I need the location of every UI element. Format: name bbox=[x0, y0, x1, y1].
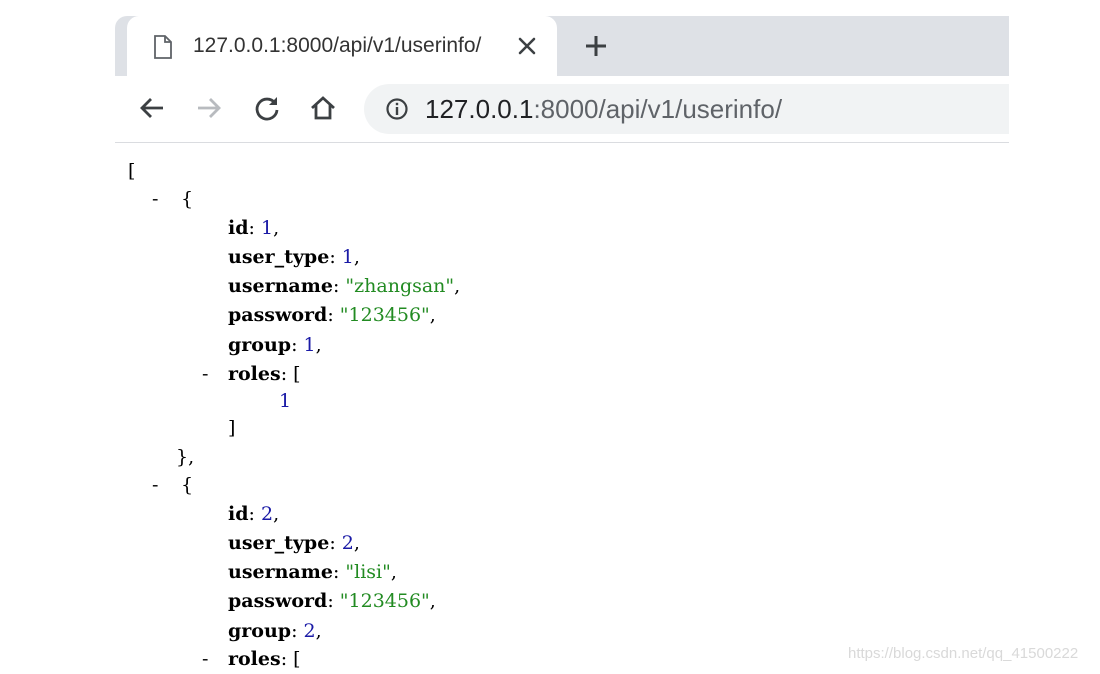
json-array-item: 1 bbox=[279, 386, 291, 416]
json-value: 2 bbox=[341, 532, 354, 554]
info-icon[interactable] bbox=[385, 97, 409, 121]
json-object-open: { bbox=[181, 188, 194, 210]
json-field: username: "lisi", bbox=[228, 561, 397, 583]
json-value: 2 bbox=[303, 620, 316, 642]
json-key: password bbox=[228, 590, 328, 612]
page-icon bbox=[154, 35, 172, 59]
back-arrow-icon[interactable] bbox=[138, 94, 166, 122]
close-icon[interactable] bbox=[517, 36, 537, 56]
collapse-toggle[interactable]: - bbox=[152, 470, 158, 500]
json-key: group bbox=[228, 620, 292, 642]
json-field: username: "zhangsan", bbox=[228, 275, 461, 297]
json-key: roles bbox=[228, 648, 281, 670]
json-key: password bbox=[228, 304, 328, 326]
json-key: id bbox=[228, 503, 249, 525]
json-value: 1 bbox=[260, 217, 274, 239]
url-path: :8000/api/v1/userinfo/ bbox=[533, 94, 783, 124]
collapse-toggle[interactable]: - bbox=[202, 644, 208, 674]
json-value: "123456" bbox=[339, 304, 430, 326]
json-field: user_type: 1, bbox=[228, 246, 360, 268]
json-value: 1 bbox=[279, 390, 292, 412]
json-key: username bbox=[228, 561, 333, 583]
json-field: roles: [ bbox=[228, 648, 301, 670]
url-text[interactable]: 127.0.0.1:8000/api/v1/userinfo/ bbox=[425, 84, 782, 134]
json-field: id: 1, bbox=[228, 217, 280, 239]
forward-arrow-icon[interactable] bbox=[195, 94, 223, 122]
json-field: id: 2, bbox=[228, 503, 280, 525]
json-field: group: 2, bbox=[228, 620, 322, 642]
json-key: user_type bbox=[228, 246, 330, 268]
plus-icon[interactable] bbox=[584, 34, 608, 58]
json-field: password: "123456", bbox=[228, 590, 436, 612]
json-value: "lisi" bbox=[345, 561, 391, 583]
json-value: 1 bbox=[303, 334, 316, 356]
json-key: id bbox=[228, 217, 249, 239]
json-value: 1 bbox=[341, 246, 354, 268]
browser-tab[interactable]: 127.0.0.1:8000/api/v1/userinfo/ bbox=[127, 16, 557, 76]
collapse-toggle[interactable]: - bbox=[152, 184, 158, 214]
json-key: username bbox=[228, 275, 333, 297]
watermark: https://blog.csdn.net/qq_41500222 bbox=[848, 645, 1079, 662]
json-object-open: { bbox=[181, 474, 194, 496]
json-viewer: [ - { id: 1, user_type: 1, username: "zh… bbox=[0, 150, 1100, 674]
json-field: group: 1, bbox=[228, 334, 322, 356]
json-field: roles: [ bbox=[228, 363, 301, 385]
json-value: 2 bbox=[260, 503, 274, 525]
tab-title: 127.0.0.1:8000/api/v1/userinfo/ bbox=[193, 34, 482, 57]
json-key: user_type bbox=[228, 532, 330, 554]
json-value: "123456" bbox=[339, 590, 430, 612]
home-icon[interactable] bbox=[309, 94, 337, 122]
json-object-close: }, bbox=[176, 446, 195, 468]
json-array-close: ] bbox=[228, 417, 236, 439]
url-host: 127.0.0.1 bbox=[425, 94, 534, 124]
json-field: user_type: 2, bbox=[228, 532, 360, 554]
json-value: "zhangsan" bbox=[345, 275, 455, 297]
json-key: roles bbox=[228, 363, 281, 385]
json-key: group bbox=[228, 334, 292, 356]
collapse-toggle[interactable]: - bbox=[202, 359, 208, 389]
json-root-bracket: [ bbox=[128, 160, 136, 182]
json-field: password: "123456", bbox=[228, 304, 436, 326]
reload-icon[interactable] bbox=[253, 94, 281, 122]
